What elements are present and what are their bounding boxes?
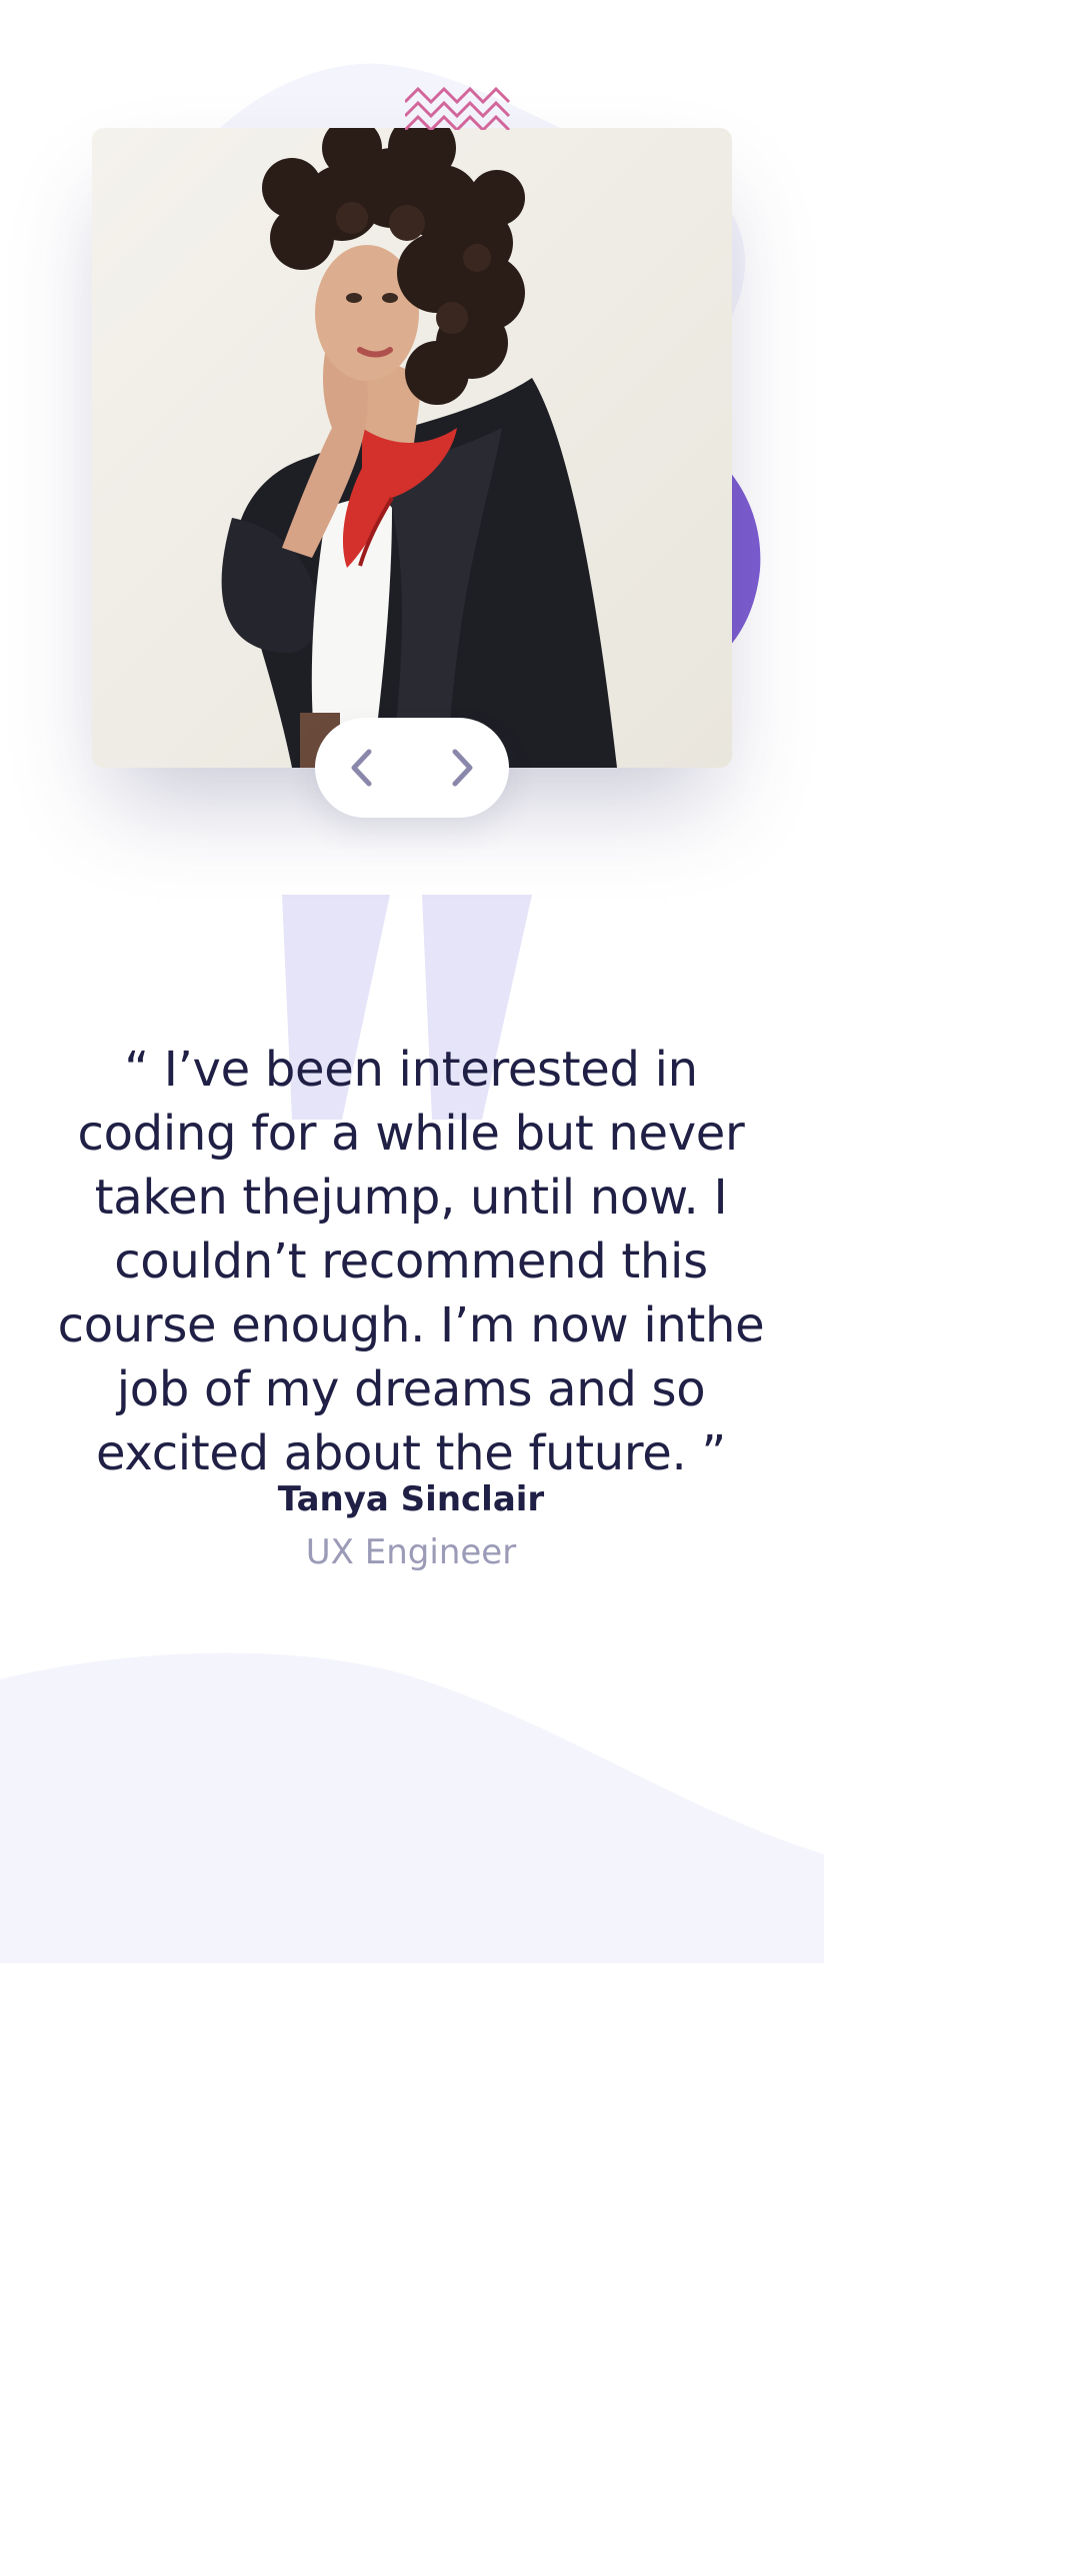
chevron-right-icon bbox=[452, 749, 473, 787]
chevron-left-icon bbox=[351, 749, 372, 787]
testimonial-quote: “ I’ve been interested in coding for a w… bbox=[57, 1042, 765, 1481]
portrait-photo bbox=[92, 128, 732, 768]
zigzag-pattern-icon bbox=[405, 86, 511, 130]
slider-navigation bbox=[315, 718, 509, 818]
testimonial-author-name: Tanya Sinclair bbox=[277, 1479, 545, 1519]
portrait-illustration bbox=[92, 128, 732, 768]
testimonial-author-role: UX Engineer bbox=[305, 1532, 517, 1572]
wave-background-shape bbox=[0, 1652, 824, 1963]
next-button[interactable] bbox=[437, 743, 487, 793]
previous-button[interactable] bbox=[337, 743, 387, 793]
